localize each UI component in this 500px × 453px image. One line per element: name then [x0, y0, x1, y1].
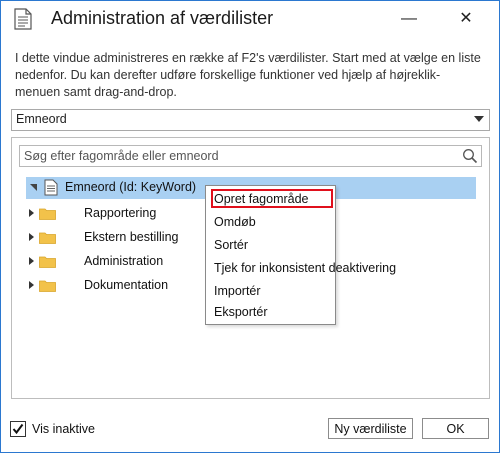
tree-item-label: Rapportering [84, 206, 157, 220]
window-title: Administration af værdilister [51, 8, 274, 28]
collapse-arrow-icon[interactable] [30, 184, 37, 191]
folder-icon [39, 256, 56, 268]
title-bar[interactable]: Administration af værdilister — ✕ [1, 1, 499, 37]
expand-arrow-icon[interactable] [29, 281, 34, 289]
intro-text: I dette vindue administreres en række af… [15, 51, 481, 99]
menu-item-sorter[interactable]: Sortér [214, 235, 248, 255]
minimize-button[interactable]: — [397, 7, 421, 31]
folder-icon [39, 280, 56, 292]
dialog-window: Administration af værdilister — ✕ I dett… [0, 0, 500, 453]
search-icon[interactable] [462, 148, 478, 164]
search-box[interactable] [19, 145, 482, 167]
menu-item-tjek-inkonsistent[interactable]: Tjek for inkonsistent deaktivering [214, 258, 396, 278]
tree-item-label: Ekstern bestilling [84, 230, 179, 244]
folder-icon [39, 208, 56, 220]
ok-button[interactable]: OK [422, 418, 489, 439]
show-inactive-label[interactable]: Vis inaktive [32, 422, 95, 436]
new-value-list-button[interactable]: Ny værdiliste [328, 418, 413, 439]
tree-item-label: Administration [84, 254, 164, 268]
dropdown-arrow-icon[interactable] [474, 116, 484, 122]
expand-arrow-icon[interactable] [29, 233, 34, 241]
footer-bar: Vis inaktive Ny værdiliste OK [1, 412, 499, 452]
close-icon: ✕ [459, 10, 473, 27]
tree-root-label: Emneord (Id: KeyWord) [65, 180, 197, 194]
checkmark-icon [12, 423, 24, 435]
minimize-icon: — [401, 10, 417, 27]
expand-arrow-icon[interactable] [29, 257, 34, 265]
list-selector-dropdown[interactable]: Emneord [11, 109, 490, 131]
tree-item-label: Dokumentation [84, 278, 169, 292]
context-menu: Opret fagområde Omdøb Sortér Tjek for in… [205, 185, 396, 325]
document-icon [14, 8, 32, 30]
menu-item-eksporter[interactable]: Eksportér [214, 302, 268, 322]
menu-item-importer[interactable]: Importér [214, 281, 261, 301]
close-button[interactable]: ✕ [454, 7, 478, 31]
show-inactive-checkbox[interactable] [10, 421, 26, 437]
expand-arrow-icon[interactable] [29, 209, 34, 217]
document-icon [44, 179, 58, 196]
menu-item-opret-fagomraade[interactable]: Opret fagområde [214, 189, 309, 209]
menu-item-omdoeb[interactable]: Omdøb [214, 212, 256, 232]
list-selector-value: Emneord [16, 112, 67, 126]
folder-icon [39, 232, 56, 244]
search-input[interactable] [24, 147, 454, 164]
